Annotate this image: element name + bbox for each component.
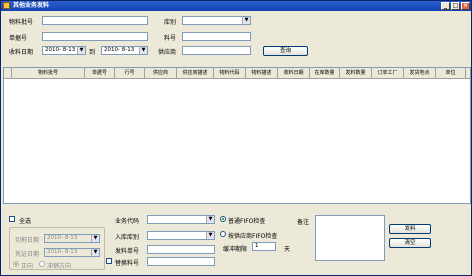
chevron-down-icon[interactable]: ▼ — [91, 249, 99, 256]
issue-no-input[interactable] — [147, 245, 215, 254]
close-button[interactable]: × — [461, 2, 470, 10]
direction-reverse-label: 冲销方向 — [47, 263, 72, 270]
cutoff-date-label: 切割日期 — [15, 237, 40, 244]
issue-button[interactable]: 发料 — [389, 224, 431, 234]
row-selector-header — [4, 68, 12, 79]
voucher-date-picker[interactable]: 2010- 8-13 ▼ — [44, 248, 100, 257]
direction-reverse-radio[interactable] — [39, 261, 45, 267]
minimize-button[interactable]: _ — [441, 2, 450, 10]
days-unit-label: 天 — [284, 246, 291, 253]
chevron-down-icon[interactable]: ▼ — [91, 235, 99, 242]
column-header[interactable]: 订单工厂 — [372, 68, 404, 79]
main-window: 其他业务发料 _ □ × 物料批号 库别 ▼ 单据号 料号 收料日期 2010-… — [0, 0, 472, 276]
chevron-down-icon[interactable]: ▼ — [206, 216, 214, 223]
app-icon — [3, 2, 10, 9]
replace-item-checkbox[interactable] — [106, 258, 112, 264]
column-header[interactable]: 在库数量 — [310, 68, 340, 79]
maximize-button[interactable]: □ — [451, 2, 460, 10]
column-header[interactable]: 发料数量 — [340, 68, 372, 79]
select-all-label: 全选 — [19, 218, 32, 225]
column-header[interactable]: 物料批号 — [12, 68, 85, 79]
grid-header: 物料批号 单据号 行号 供应商 供应商描述 物料代码 物料描述 收料日期 在库数… — [4, 68, 470, 79]
chevron-down-icon[interactable]: ▼ — [77, 47, 85, 54]
voucher-date-label: 凭证日期 — [15, 251, 40, 258]
window-title: 其他业务发料 — [13, 2, 50, 9]
cutoff-date-value: 2010- 8-13 — [47, 235, 78, 241]
buffer-days-label: 缓冲期限 — [223, 246, 248, 253]
column-header[interactable]: 单据号 — [85, 68, 115, 79]
supplier-label: 供应商 — [158, 49, 177, 56]
column-header[interactable]: 行号 — [115, 68, 145, 79]
date-from-value: 2010- 8-13 — [45, 47, 76, 53]
query-button[interactable]: 查询 — [263, 46, 308, 56]
date-to-picker[interactable]: 2010- 8-13 ▼ — [101, 46, 148, 55]
item-no-input[interactable] — [182, 32, 251, 41]
date-from-picker[interactable]: 2010- 8-13 ▼ — [42, 46, 86, 55]
column-header[interactable]: 物料描述 — [246, 68, 278, 79]
buffer-days-value: 1 — [255, 243, 259, 249]
column-header[interactable]: 供应商 — [145, 68, 177, 79]
material-no-label: 物料批号 — [9, 19, 34, 26]
issue-no-label: 发料单号 — [115, 248, 140, 255]
column-header[interactable]: 收料日期 — [278, 68, 310, 79]
warehouse-in-label: 入库库别 — [115, 234, 140, 241]
column-header[interactable]: 物料代码 — [214, 68, 246, 79]
clear-button[interactable]: 清空 — [389, 238, 431, 248]
title-bar: 其他业务发料 _ □ × — [1, 1, 471, 11]
direction-forward-radio[interactable] — [13, 261, 19, 267]
date-to-value: 2010- 8-13 — [104, 47, 135, 53]
column-header[interactable]: 单位 — [436, 68, 466, 79]
batch-no-input[interactable] — [42, 32, 148, 41]
fifo-check-radio[interactable] — [220, 216, 226, 222]
business-code-select[interactable]: ▼ — [147, 215, 215, 224]
warehouse-select[interactable]: ▼ — [182, 16, 251, 25]
batch-no-label: 单据号 — [9, 35, 28, 42]
chevron-down-icon[interactable]: ▼ — [206, 232, 214, 239]
voucher-date-value: 2010- 8-13 — [47, 249, 78, 255]
remark-textarea[interactable] — [315, 215, 385, 261]
chevron-down-icon[interactable]: ▼ — [242, 17, 250, 24]
replace-item-label: 替换料号 — [115, 260, 140, 267]
data-grid[interactable]: 物料批号 单据号 行号 供应商 供应商描述 物料代码 物料描述 收料日期 在库数… — [3, 67, 471, 204]
supplier-fifo-radio[interactable] — [220, 231, 226, 237]
to-label: 到 — [89, 49, 96, 56]
supplier-fifo-label: 按供应商FIFO检查 — [228, 233, 278, 240]
warehouse-label: 库别 — [164, 19, 177, 26]
warehouse-in-select[interactable]: ▼ — [147, 231, 215, 240]
select-all-checkbox[interactable] — [9, 216, 15, 222]
column-header[interactable]: 供应商描述 — [177, 68, 214, 79]
business-code-label: 业务代码 — [115, 218, 140, 225]
direction-forward-label: 正向 — [21, 263, 34, 270]
remark-label: 备注 — [297, 219, 310, 226]
supplier-input[interactable] — [182, 46, 251, 55]
material-no-input[interactable] — [42, 16, 148, 25]
cutoff-date-picker[interactable]: 2010- 8-13 ▼ — [44, 234, 100, 243]
fifo-check-label: 普通FIFO检查 — [228, 218, 266, 225]
item-no-label: 料号 — [164, 35, 177, 42]
chevron-down-icon[interactable]: ▼ — [139, 47, 147, 54]
replace-item-input[interactable] — [147, 257, 215, 266]
column-header[interactable]: 发货地点 — [404, 68, 436, 79]
receive-date-label: 收料日期 — [9, 49, 34, 56]
buffer-days-input[interactable]: 1 — [252, 242, 276, 251]
